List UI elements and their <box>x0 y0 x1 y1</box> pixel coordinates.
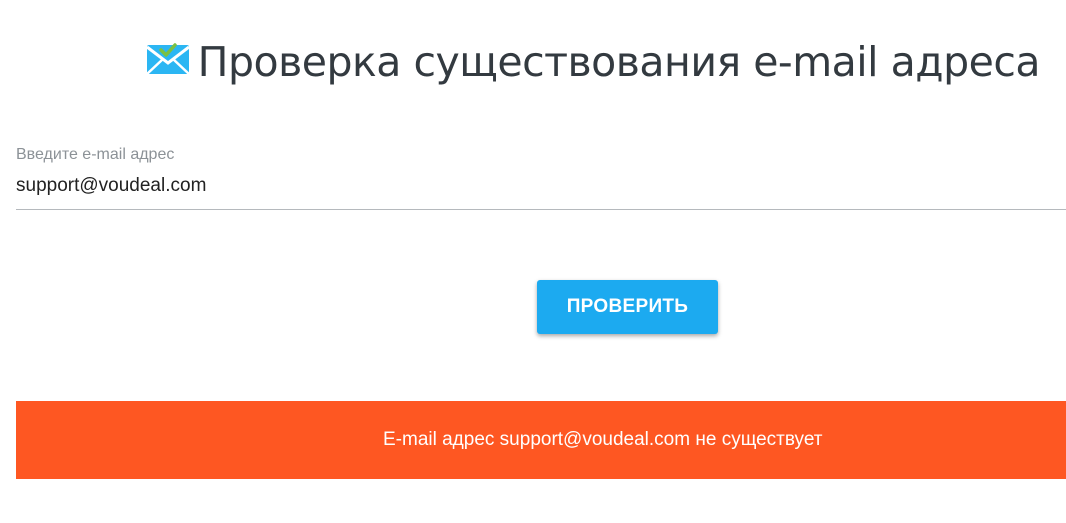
email-field[interactable] <box>16 173 1066 210</box>
envelope-check-icon <box>145 42 190 76</box>
check-button[interactable]: ПРОВЕРИТЬ <box>537 280 718 334</box>
email-field-group: Введите e-mail адрес <box>16 145 1066 210</box>
email-field-label: Введите e-mail адрес <box>16 146 175 163</box>
page-header: Проверка существования e-mail адреса <box>0 38 1041 86</box>
page-title: Проверка существования e-mail адреса <box>197 38 1041 86</box>
result-banner: E-mail адрес support@voudeal.com не суще… <box>16 401 1066 479</box>
email-check-page: Проверка существования e-mail адреса Вве… <box>0 0 1066 523</box>
result-message: E-mail адрес support@voudeal.com не суще… <box>383 429 823 450</box>
